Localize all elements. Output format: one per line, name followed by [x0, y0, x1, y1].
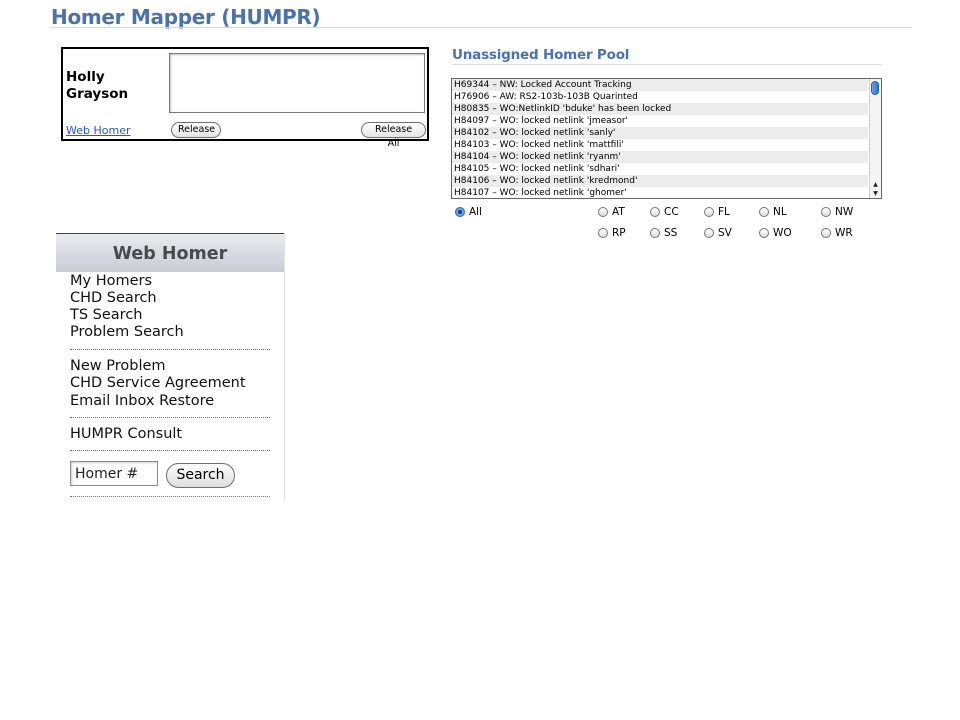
menu-separator	[70, 496, 270, 497]
filter-radio-all[interactable]: All	[455, 206, 482, 218]
menu-item-email-inbox-restore[interactable]: Email Inbox Restore	[70, 393, 214, 409]
filter-radio-ss[interactable]: SS	[650, 227, 677, 239]
radio-button-icon[interactable]	[759, 207, 769, 217]
filter-label: SV	[718, 227, 732, 239]
menu-separator	[70, 349, 270, 350]
filter-label: WO	[773, 227, 792, 239]
filter-label: NW	[835, 206, 854, 218]
search-button[interactable]: Search	[166, 463, 235, 488]
user-last-name: Grayson	[66, 86, 129, 102]
radio-button-icon[interactable]	[598, 207, 608, 217]
filter-radio-rp[interactable]: RP	[598, 227, 626, 239]
radio-button-icon[interactable]	[455, 207, 465, 217]
filter-radio-cc[interactable]: CC	[650, 206, 679, 218]
title-divider	[50, 27, 912, 28]
menu-title: Web Homer	[56, 233, 284, 272]
filter-radio-sv[interactable]: SV	[704, 227, 732, 239]
release-all-button[interactable]: Release All	[361, 122, 426, 149]
pool-list-item[interactable]: H84104 – WO: locked netlink 'ryanm'	[452, 151, 868, 163]
assigned-user-panel: Holly Grayson Web Homer Release Release …	[61, 47, 429, 149]
radio-button-icon[interactable]	[650, 228, 660, 238]
homer-number-input[interactable]	[70, 461, 158, 486]
web-homer-link[interactable]: Web Homer	[66, 124, 131, 137]
pool-list-item[interactable]: H84102 – WO: locked netlink 'sanly'	[452, 127, 868, 139]
unassigned-pool-listbox[interactable]: H69344 – NW: Locked Account Tracking H769…	[451, 78, 882, 199]
filter-radio-fl[interactable]: FL	[704, 206, 730, 218]
pool-rows: H69344 – NW: Locked Account Tracking H769…	[452, 79, 881, 198]
pool-list-item[interactable]: H76906 – AW: RS2-103b-103B Quarinted	[452, 91, 868, 103]
filter-radio-at[interactable]: AT	[598, 206, 625, 218]
radio-button-icon[interactable]	[704, 207, 714, 217]
filter-label: SS	[664, 227, 678, 239]
menu-item-chd-service-agreement[interactable]: CHD Service Agreement	[70, 375, 246, 391]
filter-radio-nl[interactable]: NL	[759, 206, 787, 218]
filter-label: All	[469, 206, 483, 218]
menu-item-ts-search[interactable]: TS Search	[70, 307, 143, 323]
pool-list-item[interactable]: H84105 – WO: locked netlink 'sdhari'	[452, 163, 868, 175]
menu-item-humpr-consult[interactable]: HUMPR Consult	[70, 426, 182, 442]
filter-label: NL	[773, 206, 787, 218]
scroll-up-arrow-icon[interactable]: ▲	[870, 180, 881, 189]
filter-label: WR	[835, 227, 853, 239]
menu-item-my-homers[interactable]: My Homers	[70, 273, 152, 289]
pool-scroll-thumb[interactable]	[871, 81, 879, 95]
pool-title: Unassigned Homer Pool	[452, 47, 630, 63]
pool-scrollbar[interactable]: ▲ ▼	[869, 79, 881, 198]
radio-button-icon[interactable]	[598, 228, 608, 238]
radio-button-icon[interactable]	[704, 228, 714, 238]
pool-list-item[interactable]: H80835 – WO:NetlinkID 'bduke' has been l…	[452, 103, 868, 115]
assigned-homers-list[interactable]	[169, 53, 425, 113]
radio-button-icon[interactable]	[650, 207, 660, 217]
pool-list-item[interactable]: H84106 – WO: locked netlink 'kredmond'	[452, 175, 868, 187]
pool-list-item[interactable]: H84103 – WO: locked netlink 'mattfili'	[452, 139, 868, 151]
pool-divider	[452, 64, 882, 65]
user-name: Holly Grayson	[66, 69, 166, 103]
menu-separator	[70, 450, 270, 451]
radio-button-icon[interactable]	[821, 228, 831, 238]
menu-separator	[70, 417, 270, 418]
user-first-name: Holly	[66, 69, 105, 85]
pool-list-item[interactable]: H84097 – WO: locked netlink 'jmeasor'	[452, 115, 868, 127]
filter-radio-wr[interactable]: WR	[821, 227, 853, 239]
filter-label: RP	[612, 227, 626, 239]
pool-list-item[interactable]: H69344 – NW: Locked Account Tracking	[452, 79, 868, 91]
menu-item-problem-search[interactable]: Problem Search	[70, 324, 184, 340]
radio-button-icon[interactable]	[821, 207, 831, 217]
filter-radio-wo[interactable]: WO	[759, 227, 792, 239]
radio-button-icon[interactable]	[759, 228, 769, 238]
pool-list-item[interactable]: H84107 – WO: locked netlink 'ghomer'	[452, 187, 868, 198]
menu-item-chd-search[interactable]: CHD Search	[70, 290, 157, 306]
filter-label: CC	[664, 206, 679, 218]
release-button[interactable]: Release	[171, 122, 221, 138]
scroll-down-arrow-icon[interactable]: ▼	[870, 189, 881, 198]
filter-label: AT	[612, 206, 625, 218]
menu-item-new-problem[interactable]: New Problem	[70, 358, 166, 374]
filter-label: FL	[718, 206, 730, 218]
web-homer-menu: Web Homer My Homers CHD Search TS Search…	[56, 233, 285, 501]
filter-radio-nw[interactable]: NW	[821, 206, 853, 218]
page-title: Homer Mapper (HUMPR)	[51, 5, 321, 29]
